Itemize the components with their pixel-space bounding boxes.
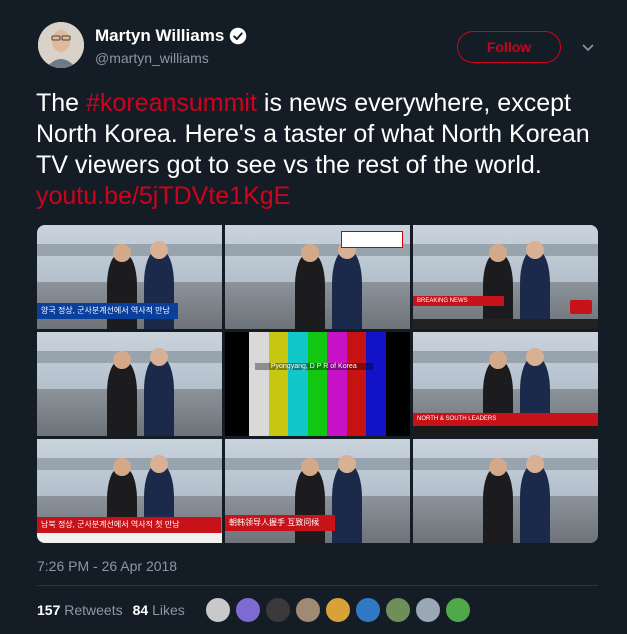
author-name-text[interactable]: Martyn Williams (95, 26, 224, 46)
media-caption: Pyongyang, D P R of Korea (254, 363, 373, 371)
media-tile (413, 439, 598, 543)
media-tile: 朝韩领导人握手 互致问候 (225, 439, 410, 543)
liker-avatar[interactable] (235, 597, 261, 623)
media-caption: 양국 정상, 군사분계선에서 역사적 만남 (37, 303, 179, 319)
likes-count[interactable]: 84 (133, 602, 149, 618)
liker-avatar[interactable] (265, 597, 291, 623)
liker-avatar[interactable] (325, 597, 351, 623)
liker-avatar[interactable] (355, 597, 381, 623)
media-caption: 朝韩领导人握手 互致问候 (225, 514, 335, 531)
cnn-logo-icon (570, 299, 593, 315)
verified-badge-icon (230, 27, 247, 45)
chevron-down-icon[interactable] (579, 38, 597, 56)
media-caption: 남북 정상, 군사분계선에서 역사적 첫 만남 (37, 517, 221, 533)
hashtag-link[interactable]: #koreansummit (86, 89, 257, 117)
media-tile: NORTH & SOUTH LEADERS (413, 332, 598, 436)
author-name[interactable]: Martyn Williams (95, 26, 247, 46)
retweets-count[interactable]: 157 (37, 602, 60, 618)
liker-avatar[interactable] (445, 597, 471, 623)
media-tile: BREAKING NEWS (413, 225, 598, 329)
liker-avatar[interactable] (385, 597, 411, 623)
tweet-timestamp[interactable]: 7:26 PM - 26 Apr 2018 (37, 558, 177, 574)
tweet-text-start: The (36, 89, 87, 117)
divider (37, 585, 598, 586)
liker-avatar[interactable] (295, 597, 321, 623)
tweet-stats: 157 Retweets 84 Likes (37, 602, 185, 618)
media-tile (225, 225, 410, 329)
media-tile (37, 332, 222, 436)
author-handle[interactable]: @martyn_williams (95, 50, 209, 66)
retweets-label[interactable]: Retweets (64, 602, 122, 618)
media-caption: BREAKING NEWS (413, 295, 505, 307)
liker-avatar[interactable] (415, 597, 441, 623)
url-link[interactable]: youtu.be/5jTDVte1KgE (36, 182, 290, 210)
media-tile: 남북 정상, 군사분계선에서 역사적 첫 만남 (37, 439, 222, 543)
liker-avatars (205, 597, 471, 623)
follow-button[interactable]: Follow (457, 31, 561, 63)
likes-stat[interactable]: 84 Likes (133, 602, 185, 618)
media-tile-testcard: Pyongyang, D P R of Korea (225, 332, 410, 436)
media-tile: 양국 정상, 군사분계선에서 역사적 만남 (37, 225, 222, 329)
tweet-text: The #koreansummit is news everywhere, ex… (36, 88, 596, 212)
liker-avatar[interactable] (205, 597, 231, 623)
media-caption: NORTH & SOUTH LEADERS (413, 413, 598, 426)
tweet-media-collage[interactable]: 양국 정상, 군사분계선에서 역사적 만남 BREAKING NEWS Pyon… (37, 225, 598, 543)
retweets-stat[interactable]: 157 Retweets (37, 602, 123, 618)
author-avatar[interactable] (38, 22, 84, 68)
likes-label[interactable]: Likes (152, 602, 185, 618)
